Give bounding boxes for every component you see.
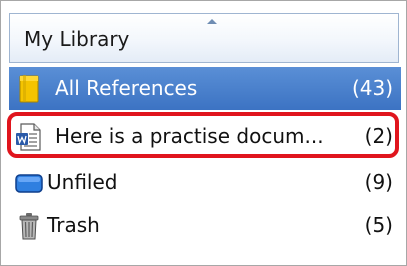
collection-label: All References [55, 76, 198, 100]
folder-yellow-icon [15, 75, 43, 103]
collection-item-all-references[interactable]: All References (43) [9, 67, 401, 110]
collection-item-practise-document[interactable]: Here is a practise docum... (2) [9, 115, 401, 158]
collection-list: All References (43) Here is a practise d… [9, 67, 401, 262]
library-panel: My Library All References (43) Here is a… [0, 0, 407, 266]
library-header-title: My Library [24, 27, 130, 51]
word-document-icon [15, 123, 43, 151]
sort-ascending-icon [207, 19, 217, 24]
collection-count: (9) [364, 170, 393, 194]
blue-folder-icon [15, 169, 43, 197]
collection-label: Trash [47, 213, 100, 237]
collection-item-trash[interactable]: Trash (5) [9, 204, 401, 247]
trash-icon [15, 212, 43, 240]
collection-count: (2) [364, 124, 393, 148]
collection-count: (5) [364, 213, 393, 237]
collection-item-unfiled[interactable]: Unfiled (9) [9, 161, 401, 204]
collection-count: (43) [351, 76, 393, 100]
library-column-header[interactable]: My Library [9, 13, 399, 63]
collection-label: Here is a practise docum... [55, 124, 324, 148]
collection-label: Unfiled [47, 170, 118, 194]
